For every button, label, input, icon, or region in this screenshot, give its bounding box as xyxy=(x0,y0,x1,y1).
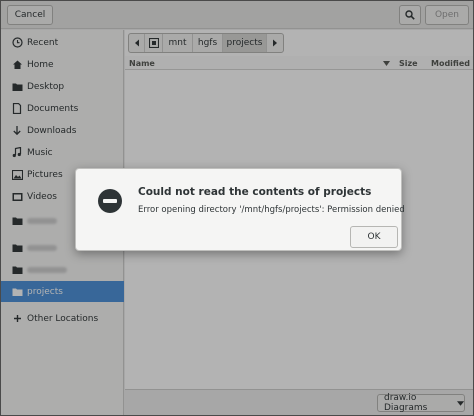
dialog-title: Could not read the contents of projects xyxy=(138,186,372,198)
ok-button[interactable]: OK xyxy=(350,226,398,248)
error-icon xyxy=(98,189,122,213)
dialog-message: Error opening directory '/mnt/hgfs/proje… xyxy=(138,205,405,215)
file-chooser-window: Cancel Open Recent Home Desktop Document… xyxy=(0,0,474,416)
error-dialog: Could not read the contents of projects … xyxy=(75,168,405,251)
